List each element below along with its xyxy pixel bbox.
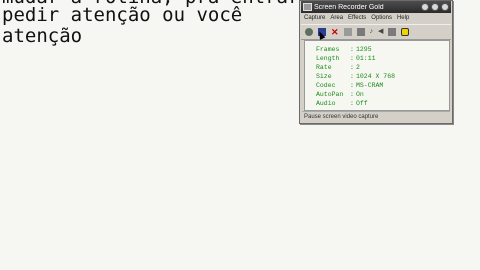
menu-capture[interactable]: Capture xyxy=(304,14,325,23)
status-bar: Pause screen video capture xyxy=(302,111,450,122)
sound-icon[interactable]: ♪ xyxy=(370,28,374,36)
info-value: MS-CRAM xyxy=(356,82,384,89)
app-icon xyxy=(303,3,312,11)
menu-options[interactable]: Options xyxy=(371,14,392,23)
document-line: pedir atenção ou você xyxy=(2,4,243,26)
capture-info-panel: Frames : 1295 Length : 01:11 Rate : 2 Si… xyxy=(304,40,450,111)
square-icon[interactable] xyxy=(388,28,397,36)
square-icon[interactable] xyxy=(356,28,365,36)
maximize-button[interactable] xyxy=(431,3,439,11)
info-label: Rate xyxy=(316,64,332,71)
info-value: 1295 xyxy=(356,46,372,53)
info-label: Codec xyxy=(316,82,336,89)
info-label: Length xyxy=(316,55,340,62)
speaker-icon[interactable]: ◀ xyxy=(378,28,383,36)
document-line: atenção xyxy=(2,25,83,47)
info-value: 01:11 xyxy=(356,55,376,62)
info-value: On xyxy=(356,91,364,98)
smiley-icon[interactable] xyxy=(401,28,410,36)
info-value: Off xyxy=(356,100,368,107)
info-value: 2 xyxy=(356,64,360,71)
screen: { "document": { "lines": ["mudar a rotin… xyxy=(0,0,480,270)
square-icon[interactable] xyxy=(343,28,352,36)
menu-effects[interactable]: Effects xyxy=(348,14,366,23)
title-bar[interactable]: Screen Recorder Gold xyxy=(301,1,451,13)
info-label: Size xyxy=(316,73,332,80)
minimize-button[interactable] xyxy=(421,3,429,11)
window-title: Screen Recorder Gold xyxy=(314,3,384,11)
info-value: 1024 X 768 xyxy=(356,73,396,80)
info-label: AutoPan xyxy=(316,91,344,98)
menu-help[interactable]: Help xyxy=(397,14,409,23)
record-icon[interactable] xyxy=(305,28,313,36)
info-label: Frames xyxy=(316,46,340,53)
document-text: mudar a rotina, pra entrar ou pedir aten… xyxy=(2,0,334,84)
stop-icon[interactable]: ✕ xyxy=(331,28,339,37)
menu-area[interactable]: Area xyxy=(330,14,343,23)
screen-recorder-window: Screen Recorder Gold Capture Area Effect… xyxy=(299,0,453,124)
menu-bar: Capture Area Effects Options Help xyxy=(301,14,451,23)
close-button[interactable] xyxy=(441,3,449,11)
info-label: Audio xyxy=(316,100,336,107)
